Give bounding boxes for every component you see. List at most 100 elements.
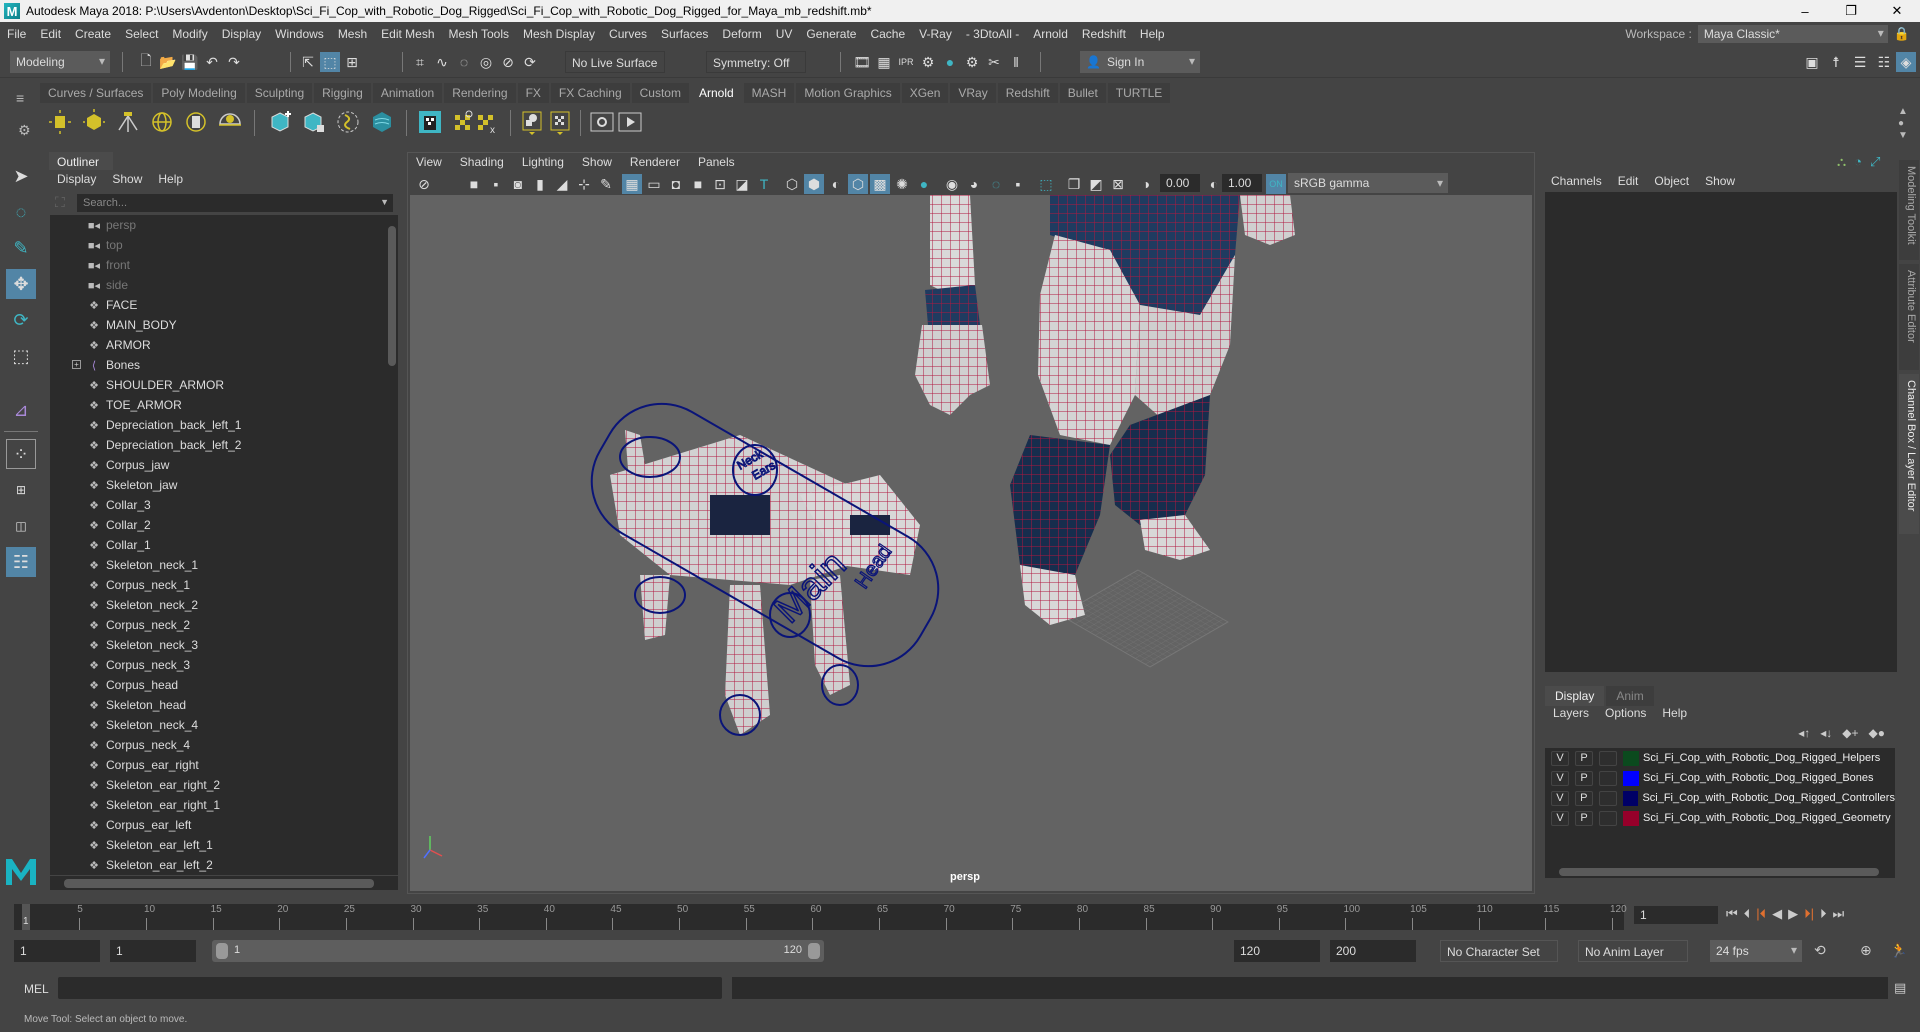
tab-channel-box-layer-editor[interactable]: Channel Box / Layer Editor: [1899, 374, 1919, 534]
render-view-icon[interactable]: ⚙: [962, 52, 982, 72]
menu-generate[interactable]: Generate: [799, 27, 863, 41]
undo-icon[interactable]: ↶: [202, 52, 222, 72]
menu-uv[interactable]: UV: [769, 27, 800, 41]
outliner-item[interactable]: ❖ Skeleton_ear_left_2: [50, 855, 398, 875]
channel-box-menu-channels[interactable]: Channels: [1551, 174, 1602, 188]
camera-attributes-icon[interactable]: ⊘: [414, 174, 434, 194]
outliner-tab[interactable]: Outliner: [49, 152, 113, 170]
area-light-icon[interactable]: [46, 108, 74, 136]
start-time-field[interactable]: 1: [14, 940, 100, 962]
workspace-dropdown[interactable]: Maya Classic*: [1697, 25, 1888, 43]
outliner-item[interactable]: ❖ Depreciation_back_left_2: [50, 435, 398, 455]
outliner-item[interactable]: ❖ Corpus_ear_left: [50, 815, 398, 835]
exposure-icon[interactable]: ◑: [1136, 174, 1156, 194]
menu-v-ray[interactable]: V-Ray: [912, 27, 959, 41]
select-component-icon[interactable]: ⊞: [342, 52, 362, 72]
shelf-tab-animation[interactable]: Animation: [372, 83, 443, 103]
shelf-tab-poly-modeling[interactable]: Poly Modeling: [153, 83, 245, 103]
layer-color-swatch[interactable]: [1622, 790, 1639, 806]
layer-color-swatch[interactable]: [1623, 750, 1639, 766]
render-sequence-icon[interactable]: ▦: [874, 52, 894, 72]
outliner-item[interactable]: ❖ ARMOR: [50, 335, 398, 355]
script-editor-icon[interactable]: ▤: [1894, 980, 1906, 996]
create-volume-icon[interactable]: [266, 108, 294, 136]
render-view-arnold-icon[interactable]: [416, 108, 444, 136]
shelf-tab-bullet[interactable]: Bullet: [1059, 83, 1106, 103]
playback-end-field[interactable]: 120: [1234, 940, 1320, 962]
save-scene-icon[interactable]: 💾: [180, 52, 200, 72]
exposure-field[interactable]: 0.00: [1160, 174, 1200, 192]
current-frame-field[interactable]: 1: [1634, 906, 1718, 924]
shelf-tab-rendering[interactable]: Rendering: [444, 83, 516, 103]
outliner-item[interactable]: ❖ Corpus_neck_1: [50, 575, 398, 595]
outliner-item[interactable]: ❖ Collar_1: [50, 535, 398, 555]
rotate-tool-icon[interactable]: ⟳: [6, 305, 36, 335]
anim-layer-dropdown[interactable]: No Anim Layer: [1578, 940, 1688, 962]
shelf-tab-arnold[interactable]: Arnold: [690, 83, 742, 103]
go-to-start-icon[interactable]: ⏮: [1726, 906, 1738, 922]
xray-icon[interactable]: ❐: [1064, 174, 1084, 194]
layer-display-type-toggle[interactable]: [1599, 810, 1617, 826]
minimize-button[interactable]: –: [1782, 0, 1828, 22]
pause-icon[interactable]: ‖: [1006, 52, 1026, 72]
snap-live-icon[interactable]: ⟳: [520, 52, 540, 72]
skydome-light-icon[interactable]: [148, 108, 176, 136]
layer-color-swatch[interactable]: [1623, 770, 1639, 786]
ipr-render-icon[interactable]: IPR: [896, 52, 916, 72]
safe-title-icon[interactable]: T: [754, 174, 774, 194]
light-portal-icon[interactable]: [182, 108, 210, 136]
outliner-item[interactable]: ■◂ persp: [50, 215, 398, 235]
shelf-tab-xgen[interactable]: XGen: [901, 83, 949, 103]
snapshot-icon[interactable]: ◙: [508, 174, 528, 194]
shelf-tab-custom[interactable]: Custom: [631, 83, 689, 103]
outliner-item[interactable]: ❖ Corpus_neck_4: [50, 735, 398, 755]
shelf-menu-icon[interactable]: ≡: [16, 90, 24, 106]
lock-camera-icon[interactable]: ▪: [486, 174, 506, 194]
outliner-item[interactable]: ❖ Collar_3: [50, 495, 398, 515]
render-play-icon[interactable]: [616, 108, 644, 136]
flush-cache-icon[interactable]: x: [474, 108, 502, 136]
shelf-tab-mash[interactable]: MASH: [743, 83, 795, 103]
layer-name[interactable]: Sci_Fi_Cop_with_Robotic_Dog_Rigged_Contr…: [1642, 792, 1895, 804]
live-surface-field[interactable]: No Live Surface: [565, 51, 665, 73]
paint-select-tool-icon[interactable]: ✎: [6, 233, 36, 263]
maximize-button[interactable]: ❐: [1828, 0, 1874, 22]
film-gate-icon[interactable]: ▭: [644, 174, 664, 194]
outliner-item[interactable]: ❖ Corpus_neck_2: [50, 615, 398, 635]
arnold-shader-icon[interactable]: [518, 108, 546, 136]
open-scene-icon[interactable]: 📂: [158, 52, 178, 72]
range-start-handle[interactable]: [216, 943, 228, 959]
shelf-tab-rigging[interactable]: Rigging: [314, 83, 371, 103]
menu-set-dropdown[interactable]: Modeling ▾: [10, 51, 110, 73]
move-layer-down-icon[interactable]: ◂↓: [1820, 726, 1832, 740]
field-chart-icon[interactable]: ⊡: [710, 174, 730, 194]
command-language-label[interactable]: MEL: [24, 982, 49, 996]
snap-grid-icon[interactable]: ⌗: [410, 52, 430, 72]
outliner-item[interactable]: ❖ Skeleton_neck_3: [50, 635, 398, 655]
viewport-scene[interactable]: Main Head Neck Ears persp: [410, 195, 1532, 891]
speed-icon[interactable]: ◔: [1854, 154, 1862, 170]
step-forward-key-icon[interactable]: ⏵|: [1804, 906, 1814, 922]
move-layer-up-icon[interactable]: ◂↑: [1798, 726, 1810, 740]
outliner-item[interactable]: ❖ FACE: [50, 295, 398, 315]
close-button[interactable]: ✕: [1874, 0, 1920, 22]
outliner-item[interactable]: ❖ Skeleton_neck_2: [50, 595, 398, 615]
image-plane-icon[interactable]: ◢: [552, 174, 572, 194]
single-perspective-layout-icon[interactable]: ⁘: [6, 439, 36, 469]
2d-pan-zoom-icon[interactable]: ⊹: [574, 174, 594, 194]
render-current-frame-icon[interactable]: 🎞: [852, 52, 872, 72]
outliner-item[interactable]: ■◂ side: [50, 275, 398, 295]
symmetry-field[interactable]: Symmetry: Off: [706, 51, 806, 73]
layer-name[interactable]: Sci_Fi_Cop_with_Robotic_Dog_Rigged_Helpe…: [1643, 752, 1880, 764]
wireframe-icon[interactable]: ⬡: [782, 174, 802, 194]
menu-display[interactable]: Display: [215, 27, 268, 41]
lasso-tool-icon[interactable]: ◌: [6, 197, 36, 227]
outliner-item[interactable]: ❖ SHOULDER_ARMOR: [50, 375, 398, 395]
snap-surface-icon[interactable]: ⊘: [498, 52, 518, 72]
go-to-end-icon[interactable]: ⏭: [1832, 906, 1844, 922]
viewport-menu-view[interactable]: View: [416, 155, 442, 173]
layer-tab-display[interactable]: Display: [1545, 686, 1605, 706]
outliner-vertical-scrollbar[interactable]: [387, 216, 397, 856]
shelf-tab-sculpting[interactable]: Sculpting: [246, 83, 313, 103]
outliner-item[interactable]: ❖ Skeleton_neck_1: [50, 555, 398, 575]
